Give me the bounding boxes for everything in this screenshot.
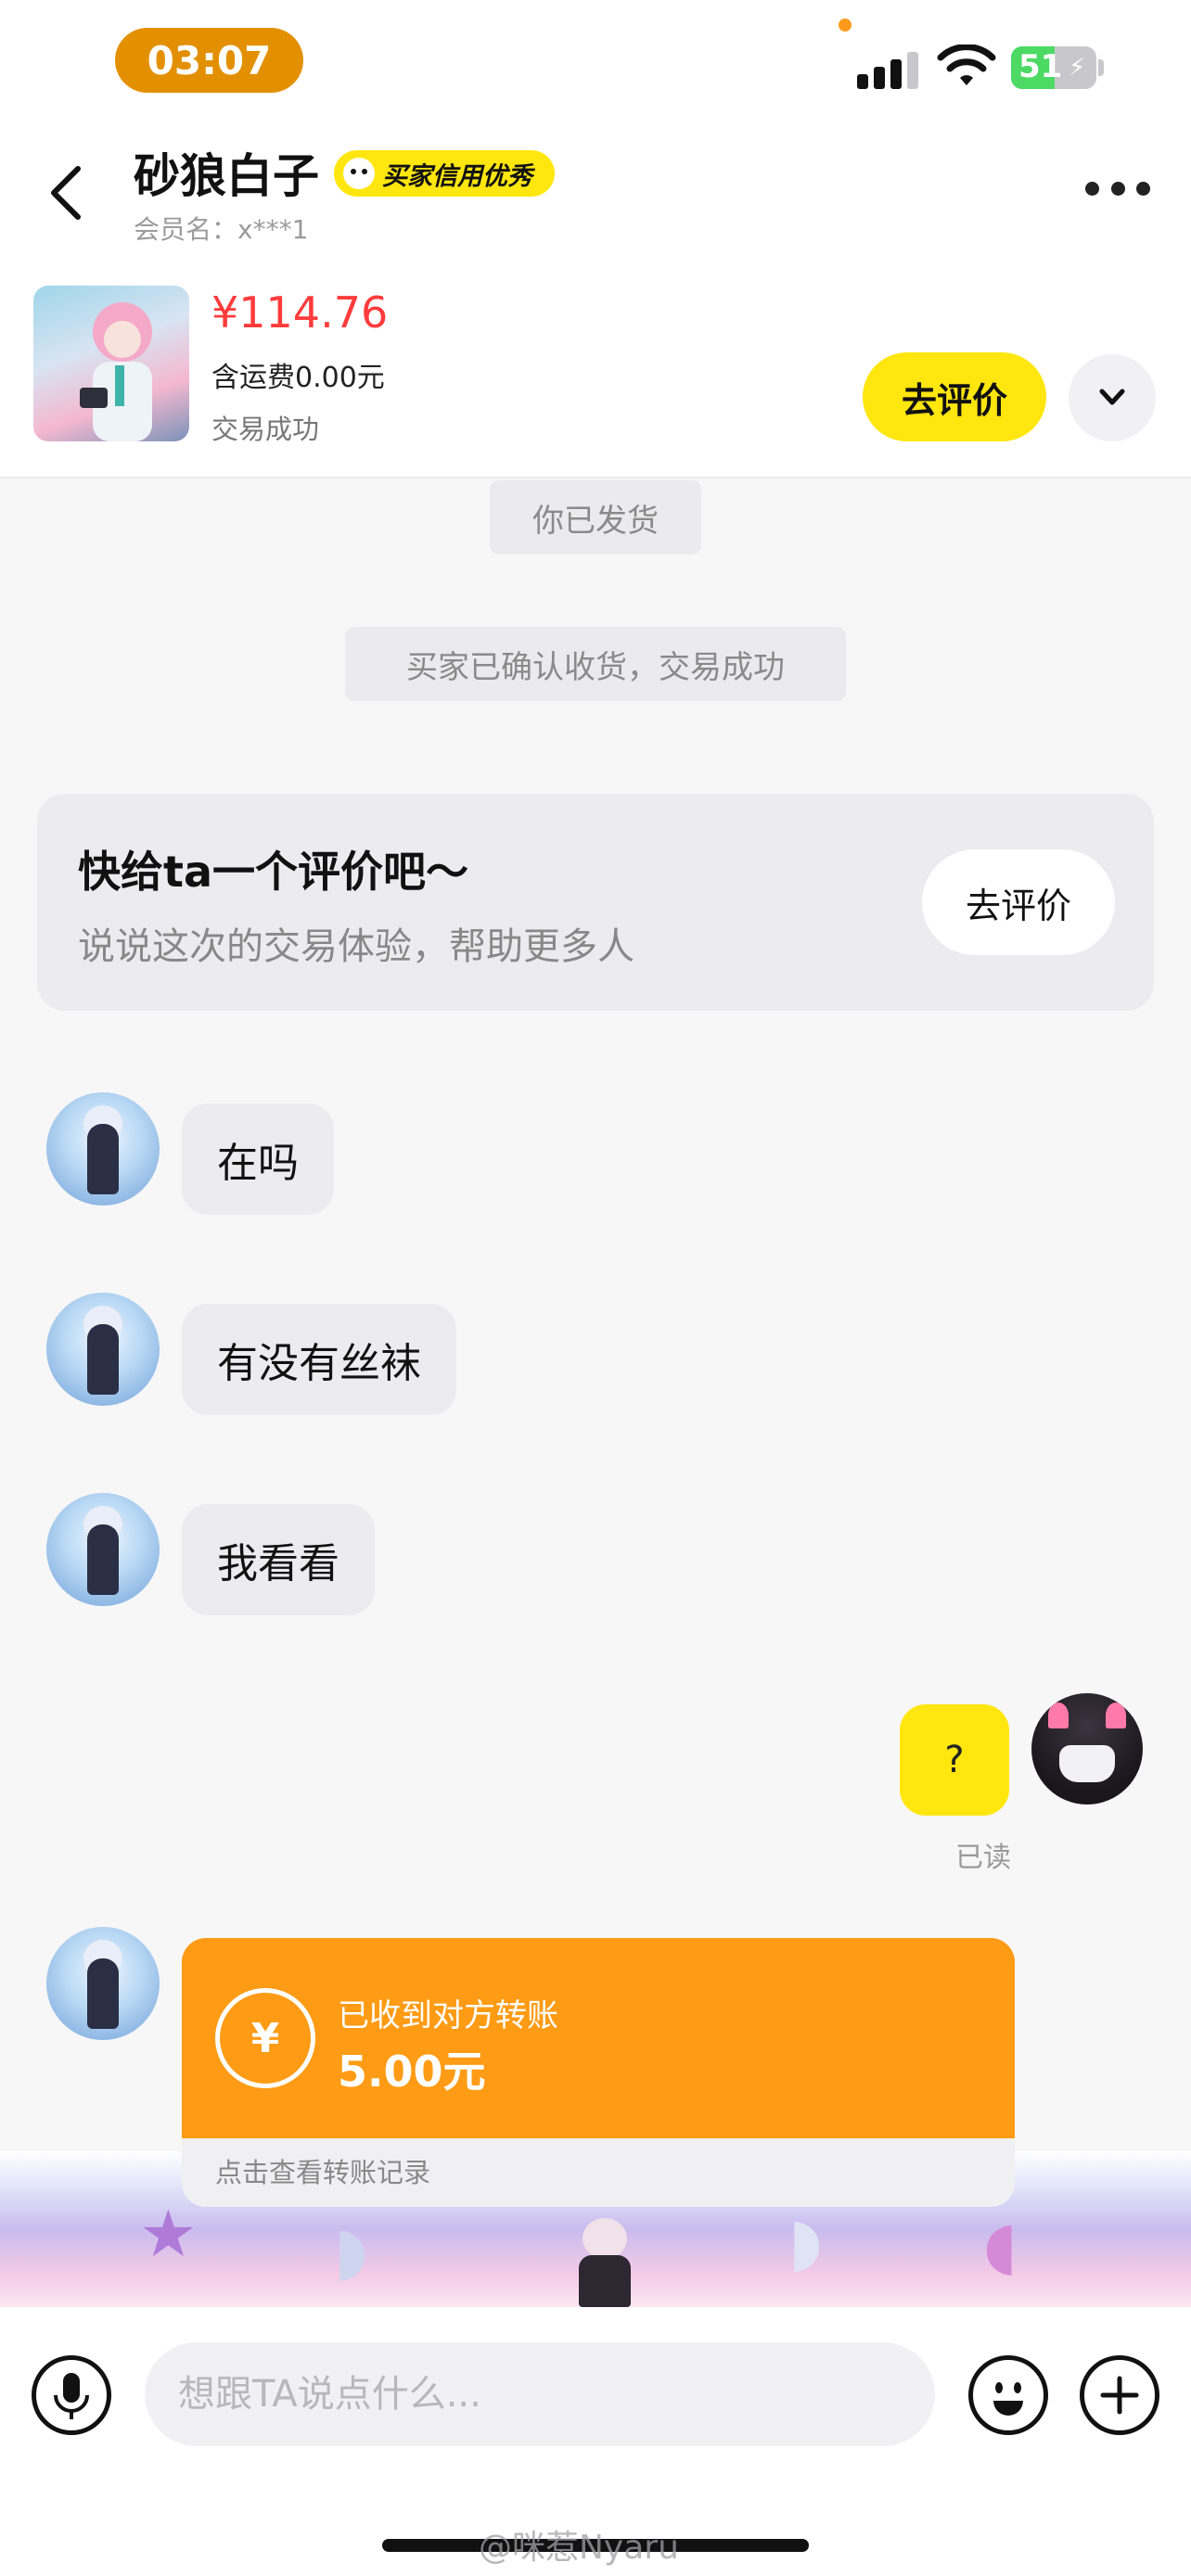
yuan-icon: ¥ [215, 1988, 315, 2088]
transfer-card[interactable]: ¥ 已收到对方转账 5.00元 点击查看转账记录 [182, 1938, 1015, 2207]
avatar[interactable] [46, 1927, 160, 2040]
emoji-icon[interactable] [968, 2355, 1048, 2435]
chibi-character-icon [568, 2218, 642, 2307]
system-message-received: 买家已确认收货，交易成功 [345, 627, 846, 701]
review-prompt-subtitle: 说说这次的交易体验，帮助更多人 [78, 925, 634, 968]
page-title: 砂狼白子 [134, 149, 319, 203]
review-card-button[interactable]: 去评价 [922, 849, 1115, 955]
shell-icon: ◖ [983, 2207, 1018, 2283]
credit-badge: 买家信用优秀 [334, 150, 555, 197]
read-receipt: 已读 [955, 1842, 1011, 1874]
chevron-down-icon[interactable] [1069, 354, 1156, 441]
member-name: 会员名：x***1 [134, 214, 309, 245]
more-icon[interactable] [1085, 182, 1150, 200]
system-message-shipped: 你已发货 [490, 480, 701, 555]
status-time: 03:07 [115, 28, 303, 93]
privacy-indicator-dot [839, 19, 852, 32]
transfer-card-header: ¥ 已收到对方转账 5.00元 [182, 1938, 1015, 2138]
cellular-signal-icon [857, 46, 918, 89]
microphone-icon[interactable] [32, 2355, 111, 2435]
message-input[interactable] [145, 2342, 935, 2446]
battery-percent: 51 [1018, 48, 1063, 85]
avatar[interactable] [46, 1092, 160, 1205]
transfer-record-link[interactable]: 点击查看转账记录 [215, 2151, 430, 2190]
trade-status: 交易成功 [211, 414, 320, 445]
credit-badge-label: 买家信用优秀 [382, 161, 532, 191]
wifi-icon [937, 45, 996, 85]
transfer-title: 已收到对方转账 [338, 1997, 558, 2034]
avatar[interactable] [46, 1493, 160, 1606]
chat-header: 03:07 51 ⚡ 砂狼白子 买家信用优秀 会员名：x***1 ¥114.76… [0, 0, 1191, 478]
message-bubble-own: ? [900, 1704, 1009, 1816]
shell-icon: ◗ [334, 2213, 368, 2289]
shipping-fee: 含运费0.00元 [211, 362, 385, 394]
battery-tip [1098, 59, 1104, 76]
mascot-icon [343, 158, 375, 189]
transfer-amount: 5.00元 [338, 2047, 486, 2097]
message-bubble: 我看看 [182, 1504, 375, 1615]
battery-icon: 51 ⚡ [1011, 46, 1096, 89]
watermark: @咪惹Nyaru [479, 2529, 679, 2567]
message-bubble: 有没有丝袜 [182, 1304, 456, 1415]
rate-button[interactable]: 去评价 [863, 352, 1046, 441]
chevron-left-icon[interactable] [45, 156, 91, 230]
avatar[interactable] [46, 1293, 160, 1406]
review-prompt-title: 快给ta一个评价吧～ [78, 847, 469, 897]
plus-icon[interactable] [1080, 2355, 1159, 2435]
charging-bolt-icon: ⚡ [1069, 54, 1086, 82]
starfish-icon: ★ [139, 2196, 198, 2272]
own-avatar[interactable] [1031, 1693, 1143, 1804]
product-price: ¥114.76 [211, 287, 389, 338]
shell-icon: ◗ [788, 2203, 823, 2279]
message-bubble: 在吗 [182, 1103, 334, 1215]
product-thumbnail[interactable] [33, 286, 189, 441]
